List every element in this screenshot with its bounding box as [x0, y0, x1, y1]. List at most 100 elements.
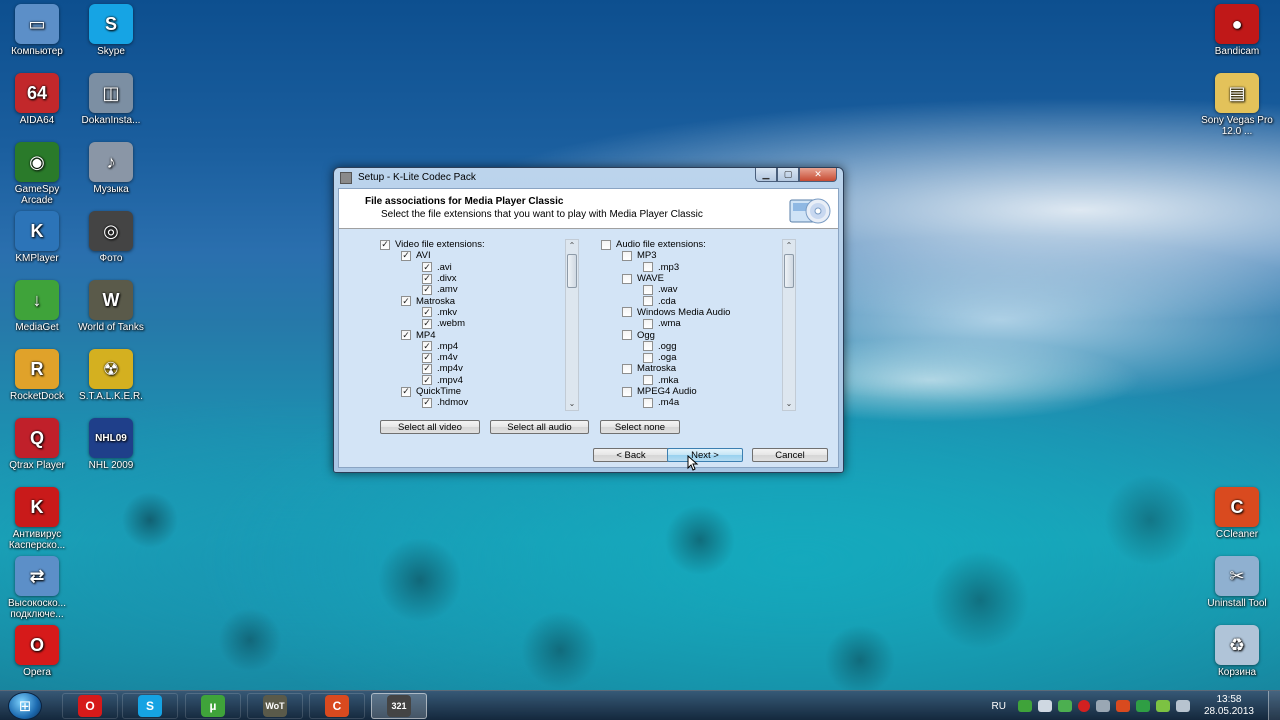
- scroll-thumb[interactable]: [567, 254, 577, 288]
- unchecked-checkbox-icon[interactable]: [622, 250, 632, 261]
- format-group-item[interactable]: Ogg: [601, 329, 781, 341]
- desktop-shortcut[interactable]: ● Bandicam: [1200, 4, 1274, 57]
- desktop-shortcut[interactable]: ▭ Компьютер: [0, 4, 74, 57]
- unchecked-checkbox-icon[interactable]: [622, 386, 632, 397]
- extension-item[interactable]: .mp3: [601, 262, 781, 273]
- taskbar-button-k-lite-setup[interactable]: 321: [371, 693, 427, 719]
- checked-checkbox-icon[interactable]: ✓: [401, 250, 411, 261]
- desktop-shortcut[interactable]: ◫ DokanInsta...: [74, 73, 148, 126]
- extension-item[interactable]: .m4a: [601, 397, 781, 408]
- format-group-item[interactable]: MPEG4 Audio: [601, 386, 781, 397]
- scroll-up-arrow-icon[interactable]: ⌃: [566, 240, 578, 252]
- desktop-shortcut[interactable]: W World of Tanks: [74, 280, 148, 333]
- desktop-shortcut[interactable]: ▤ Sony Vegas Pro 12.0 ...: [1200, 73, 1274, 137]
- unchecked-checkbox-icon[interactable]: [601, 239, 611, 250]
- checked-checkbox-icon[interactable]: ✓: [422, 341, 432, 352]
- checked-checkbox-icon[interactable]: ✓: [401, 296, 411, 307]
- desktop-shortcut[interactable]: ✂ Uninstall Tool: [1200, 556, 1274, 609]
- select-all-video-button[interactable]: Select all video: [380, 420, 480, 434]
- extension-item[interactable]: ✓ .avi: [380, 262, 580, 273]
- show-desktop-button[interactable]: [1268, 691, 1280, 720]
- battery-tray-icon[interactable]: [1155, 700, 1170, 712]
- unchecked-checkbox-icon[interactable]: [622, 330, 632, 341]
- desktop-shortcut[interactable]: S Skype: [74, 4, 148, 57]
- video-list-scrollbar[interactable]: ⌃ ⌄: [565, 239, 579, 411]
- format-group-item[interactable]: ✓ QuickTime: [380, 386, 580, 397]
- format-group-item[interactable]: ✓ Matroska: [380, 295, 580, 307]
- close-button[interactable]: ✕: [799, 168, 837, 182]
- checked-checkbox-icon[interactable]: ✓: [422, 284, 432, 295]
- extension-item[interactable]: ✓ .mpv4: [380, 375, 580, 386]
- maximize-button[interactable]: ▢: [777, 168, 799, 182]
- tray-app-icon[interactable]: [1115, 700, 1130, 712]
- unchecked-checkbox-icon[interactable]: [622, 307, 632, 318]
- extension-item[interactable]: .ogg: [601, 341, 781, 352]
- desktop-shortcut[interactable]: ☢ S.T.A.L.K.E.R.: [74, 349, 148, 402]
- desktop-shortcut[interactable]: R RocketDock: [0, 349, 74, 402]
- extension-item[interactable]: ✓ .webm: [380, 318, 580, 329]
- format-group-item[interactable]: MP3: [601, 250, 781, 261]
- taskbar-button-ccleaner[interactable]: C: [309, 693, 365, 719]
- video-extensions-list[interactable]: ✓ Video file extensions: ✓ AVI ✓ .avi ✓ .divx ✓.…: [380, 239, 580, 411]
- unchecked-checkbox-icon[interactable]: [643, 296, 653, 307]
- extension-item[interactable]: .oga: [601, 352, 781, 363]
- monitor-tray-icon[interactable]: [1175, 700, 1190, 712]
- format-group-item[interactable]: Windows Media Audio: [601, 307, 781, 318]
- scroll-up-arrow-icon[interactable]: ⌃: [783, 240, 795, 252]
- utorrent-tray-icon[interactable]: [1017, 700, 1032, 712]
- desktop-shortcut[interactable]: 64 AIDA64: [0, 73, 74, 126]
- network-tray-icon[interactable]: [1095, 700, 1110, 712]
- checked-checkbox-icon[interactable]: ✓: [401, 330, 411, 341]
- unchecked-checkbox-icon[interactable]: [643, 284, 653, 295]
- checked-checkbox-icon[interactable]: ✓: [422, 273, 432, 284]
- list-group-header[interactable]: Audio file extensions:: [601, 239, 781, 250]
- desktop-shortcut[interactable]: ↓ MediaGet: [0, 280, 74, 333]
- audio-extensions-list[interactable]: Audio file extensions: MP3 .mp3 WAVE .wav .cd…: [601, 239, 781, 411]
- title-bar[interactable]: Setup - K-Lite Codec Pack ▁ ▢ ✕: [334, 168, 843, 187]
- checked-checkbox-icon[interactable]: ✓: [422, 262, 432, 273]
- extension-item[interactable]: ✓ .m4v: [380, 352, 580, 363]
- extension-item[interactable]: ✓ .divx: [380, 273, 580, 284]
- desktop-shortcut[interactable]: ◉ GameSpy Arcade: [0, 142, 74, 206]
- next-button[interactable]: Next >: [667, 448, 743, 462]
- scroll-down-arrow-icon[interactable]: ⌄: [783, 398, 795, 410]
- extension-item[interactable]: ✓ .mkv: [380, 307, 580, 318]
- select-none-button[interactable]: Select none: [600, 420, 680, 434]
- cancel-button[interactable]: Cancel: [752, 448, 828, 462]
- desktop-shortcut[interactable]: K Антивирус Касперско...: [0, 487, 74, 551]
- checked-checkbox-icon[interactable]: ✓: [422, 363, 432, 374]
- format-group-item[interactable]: ✓ MP4: [380, 329, 580, 341]
- desktop-shortcut[interactable]: ♪ Музыка: [74, 142, 148, 195]
- extension-item[interactable]: ✓ .mp4v: [380, 363, 580, 374]
- unchecked-checkbox-icon[interactable]: [643, 397, 653, 408]
- list-group-header[interactable]: ✓ Video file extensions:: [380, 239, 580, 250]
- extension-item[interactable]: ✓ .mp4: [380, 341, 580, 352]
- checked-checkbox-icon[interactable]: ✓: [401, 386, 411, 397]
- bandicam-tray-icon[interactable]: [1077, 700, 1090, 712]
- select-all-audio-button[interactable]: Select all audio: [490, 420, 589, 434]
- taskbar-button-world-of-tanks[interactable]: WoT: [247, 693, 303, 719]
- taskbar-button-opera[interactable]: O: [62, 693, 118, 719]
- checked-checkbox-icon[interactable]: ✓: [422, 397, 432, 408]
- audio-list-scrollbar[interactable]: ⌃ ⌄: [782, 239, 796, 411]
- checked-checkbox-icon[interactable]: ✓: [422, 307, 432, 318]
- extension-item[interactable]: .mka: [601, 375, 781, 386]
- format-group-item[interactable]: ✓ AVI: [380, 250, 580, 261]
- desktop-shortcut[interactable]: NHL09 NHL 2009: [74, 418, 148, 471]
- download-tray-icon[interactable]: [1057, 700, 1072, 712]
- taskbar-button-skype[interactable]: S: [122, 693, 178, 719]
- desktop-shortcut[interactable]: K KMPlayer: [0, 211, 74, 264]
- taskbar-button-utorrent[interactable]: µ: [185, 693, 241, 719]
- checked-checkbox-icon[interactable]: ✓: [422, 318, 432, 329]
- extension-item[interactable]: ✓ .hdmov: [380, 397, 580, 408]
- unchecked-checkbox-icon[interactable]: [643, 262, 653, 273]
- checked-checkbox-icon[interactable]: ✓: [380, 239, 390, 250]
- desktop-shortcut[interactable]: O Opera: [0, 625, 74, 678]
- volume-icon[interactable]: [1037, 700, 1052, 712]
- start-button[interactable]: ⊞: [8, 692, 42, 720]
- desktop-shortcut[interactable]: Q Qtrax Player: [0, 418, 74, 471]
- unchecked-checkbox-icon[interactable]: [643, 375, 653, 386]
- back-button[interactable]: < Back: [593, 448, 669, 462]
- format-group-item[interactable]: Matroska: [601, 363, 781, 374]
- unchecked-checkbox-icon[interactable]: [622, 363, 632, 374]
